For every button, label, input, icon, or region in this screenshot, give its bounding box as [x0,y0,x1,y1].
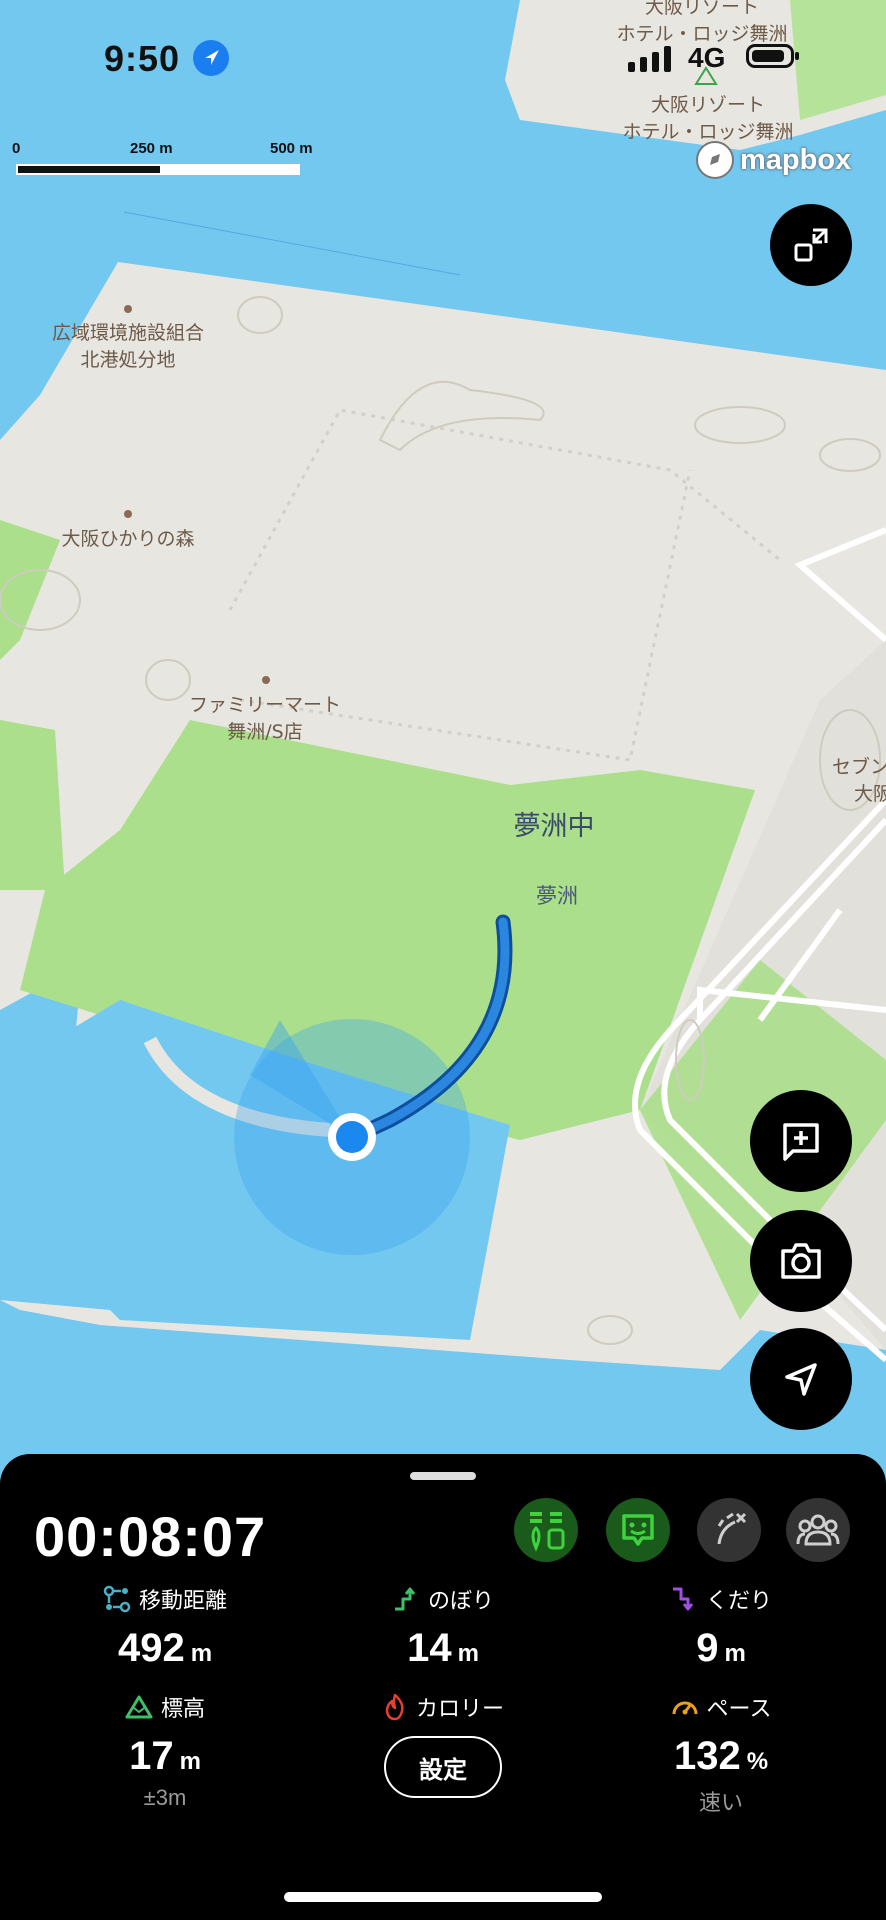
ascent-icon [394,1587,416,1611]
poi-label-line: 広域環境施設組合 [51,322,205,344]
stat-calories: カロリー [313,1690,573,1724]
signal-icon [628,46,671,72]
navigation-arrow-icon [785,1363,817,1396]
stat-distance-unit: m [190,1640,213,1667]
poi-label-right-edge[interactable]: セブン 大阪 [832,752,886,806]
scale-bar-light [160,164,300,175]
stat-calories-label: カロリー [415,1697,504,1722]
status-bar: 9:50 4G [0,38,886,88]
stat-descent-unit: m [724,1640,746,1667]
location-services-icon [193,40,229,76]
calories-flame-icon [385,1693,404,1721]
stat-pace-description: 速い [698,1790,743,1815]
mapbox-wordmark: mapbox [740,143,852,176]
group-icon [796,1514,840,1546]
poi-label-line: ファミリーマート [188,694,342,716]
poi-marker[interactable] [262,676,270,684]
stat-elevation: 標高 17 m ±3m [35,1690,295,1811]
chat-face-button[interactable] [606,1498,670,1562]
panel-drag-handle[interactable] [410,1472,476,1480]
stat-ascent-label: のぼり [427,1589,494,1614]
elevation-mountain-icon [125,1695,153,1719]
stat-ascent-value: 14 [407,1626,452,1670]
locate-me-button[interactable] [750,1328,852,1430]
park-southwest [0,720,65,890]
poi-label-forest[interactable]: 大阪ひかりの森 [61,524,194,551]
stat-ascent: のぼり 14 m [313,1582,573,1671]
battery-icon [746,44,799,68]
scale-bar-dark [16,164,162,175]
camera-button[interactable] [750,1210,852,1312]
calorie-settings-button[interactable]: 設定 [384,1736,502,1798]
collapse-map-button[interactable] [770,204,852,286]
stat-distance-label: 移動距離 [138,1589,227,1614]
camera-icon [781,1243,821,1279]
status-time: 9:50 [104,38,181,79]
stat-pace-value: 132 [673,1734,741,1778]
scale-label-max: 500 m [270,140,313,157]
stat-elevation-label: 標高 [160,1697,205,1722]
route-off-icon [717,1512,747,1545]
stat-elevation-unit: m [179,1748,201,1775]
network-type: 4G [688,42,726,73]
route-markers-button[interactable] [514,1498,578,1562]
mapbox-attribution[interactable]: mapbox [696,138,851,182]
poi-label-line: 大阪 [854,783,886,805]
stat-ascent-unit: m [457,1640,479,1667]
stat-pace-label: ペース [706,1697,772,1722]
school-label[interactable]: 夢洲中 [514,804,595,843]
poi-marker[interactable] [124,305,132,313]
poi-label-line: 大阪リゾート [650,94,766,116]
area-label[interactable]: 夢洲 [536,880,578,910]
poi-label-line: 舞洲/S店 [227,721,303,743]
pace-speedometer-icon [672,1701,698,1715]
home-indicator[interactable] [284,1892,602,1902]
stat-pace: ペース 132% 速い [591,1690,851,1817]
stat-descent-value: 9 [696,1626,719,1670]
chat-face-icon [622,1514,654,1546]
stat-descent-label: くだり [705,1589,772,1614]
stat-elevation-accuracy: ±3m [143,1785,187,1810]
stat-distance-value: 492 [117,1626,185,1670]
stat-pace-unit: % [746,1748,769,1775]
current-location-dot [336,1121,368,1153]
collapse-icon [794,228,828,262]
poi-label-facility[interactable]: 広域環境施設組合 北港処分地 [52,318,204,372]
mapbox-logo-icon [696,141,734,179]
map-scale: 0 250 m 500 m [12,140,332,180]
scale-label-0: 0 [12,140,21,157]
poi-label-line: 北港処分地 [80,349,176,371]
route-distance-icon [103,1585,131,1613]
poi-marker[interactable] [124,510,132,518]
route-markers-icon [530,1512,565,1552]
descent-icon [672,1587,694,1611]
scale-label-mid: 250 m [130,140,173,157]
poi-label-line: セブン [832,756,886,778]
add-note-button[interactable] [750,1090,852,1192]
poi-label-line: 大阪リゾート [644,0,760,18]
activity-panel: 00:08:07 移動距離 492 m のぼり 14 m くだり 9 m 標高 … [0,1454,886,1920]
add-note-icon [783,1123,819,1161]
elapsed-timer: 00:08:07 [34,1505,267,1568]
route-off-button[interactable] [697,1498,761,1562]
poi-label-store[interactable]: ファミリーマート 舞洲/S店 [189,690,341,744]
stat-distance: 移動距離 492 m [35,1582,295,1671]
stat-elevation-value: 17 [129,1734,174,1778]
stat-descent: くだり 9m [591,1582,851,1671]
poi-label-resort[interactable]: 大阪リゾート ホテル・ロッジ舞洲 [622,90,793,144]
group-button[interactable] [786,1498,850,1562]
